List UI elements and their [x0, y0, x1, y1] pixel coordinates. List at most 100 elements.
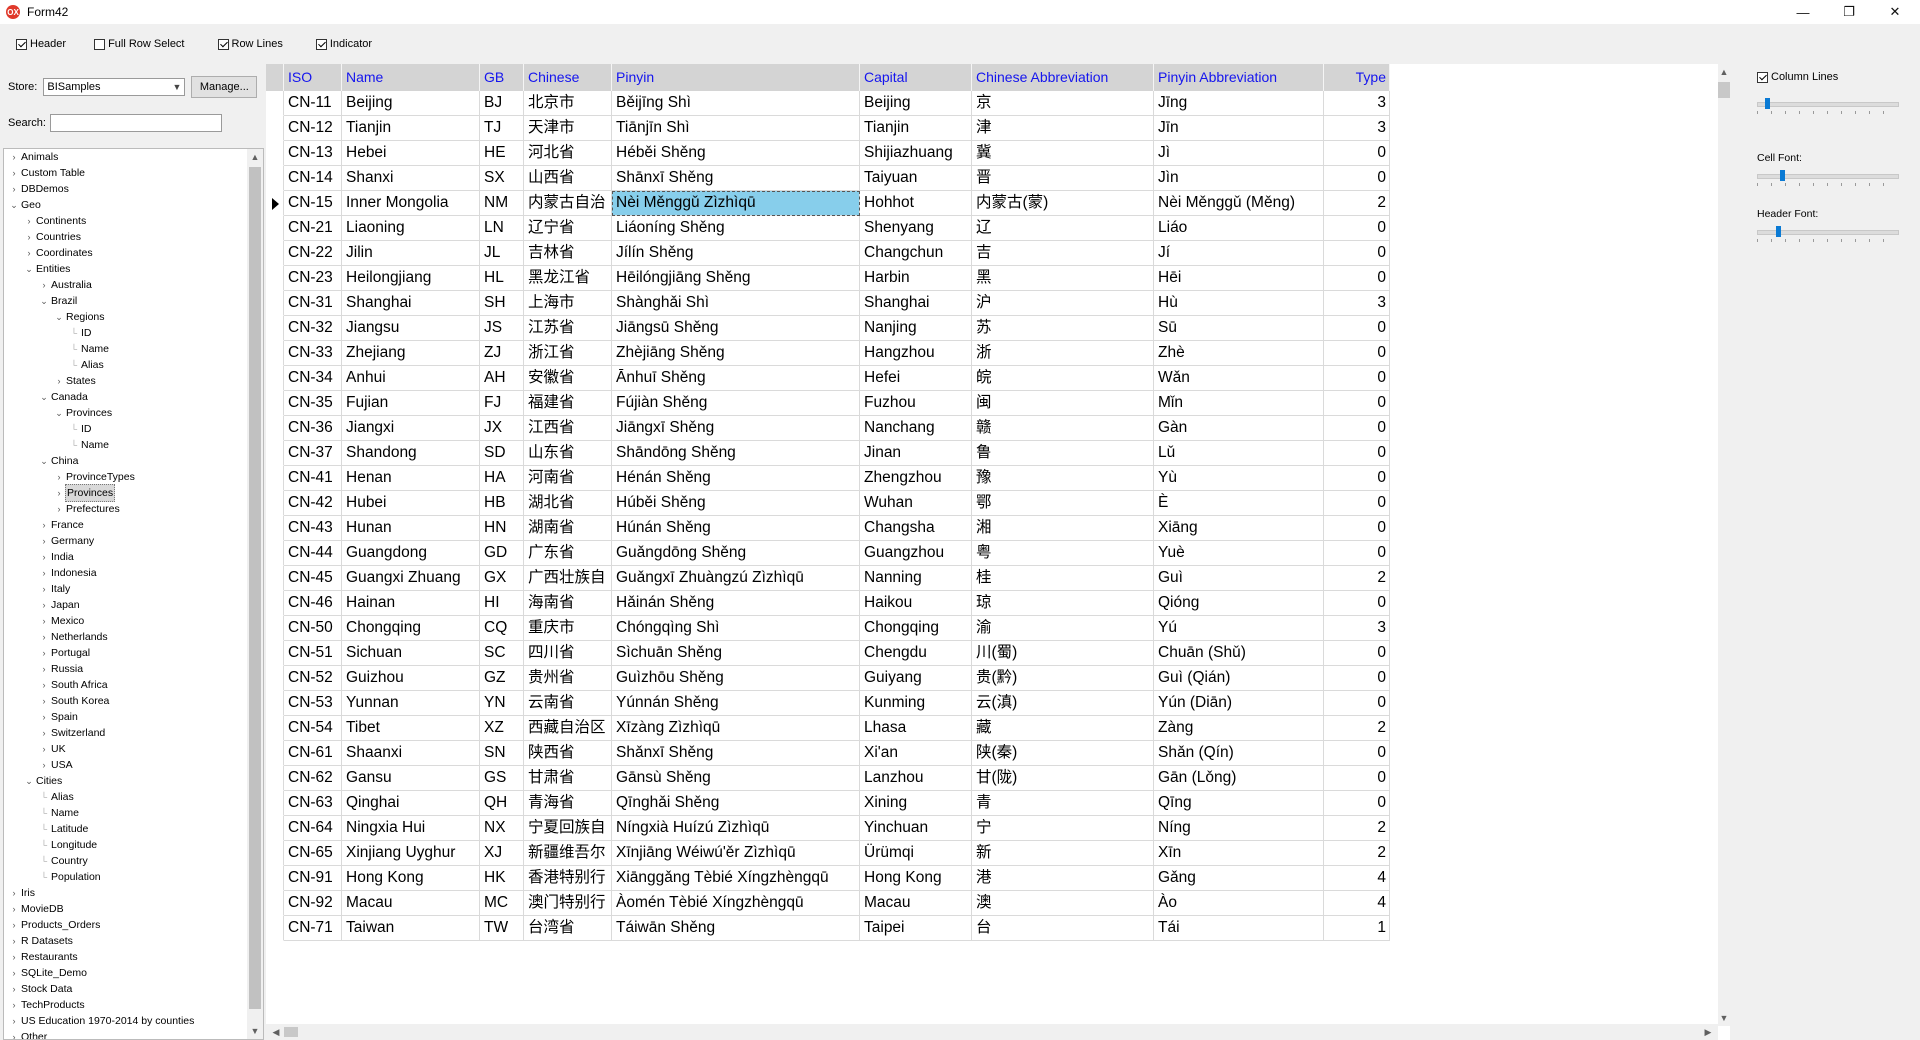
column-header-iso[interactable]: ISO — [284, 64, 342, 91]
table-cell[interactable]: 浙 — [972, 341, 1154, 366]
table-cell[interactable]: Húnán Shěng — [612, 516, 860, 541]
table-cell[interactable]: 新疆维吾尔 — [524, 841, 612, 866]
row-indicator[interactable] — [266, 791, 284, 816]
table-cell[interactable]: ZJ — [480, 341, 524, 366]
table-cell[interactable]: Guì (Qián) — [1154, 666, 1324, 691]
table-cell[interactable]: Héběi Shěng — [612, 141, 860, 166]
table-cell[interactable]: CN-64 — [284, 816, 342, 841]
table-cell[interactable]: Nèi Měnggǔ (Měng) — [1154, 191, 1324, 216]
chevron-right-icon[interactable]: › — [38, 757, 50, 773]
tree-node[interactable]: › Switzerland — [38, 725, 106, 741]
table-cell[interactable]: 2 — [1324, 191, 1390, 216]
scroll-left-icon[interactable]: ◀ — [268, 1024, 284, 1040]
table-cell[interactable]: SX — [480, 166, 524, 191]
slider-thumb[interactable] — [1765, 98, 1770, 109]
chevron-right-icon[interactable]: › — [8, 1029, 20, 1039]
chevron-down-icon[interactable]: ⌄ — [23, 261, 35, 277]
tree-node[interactable]: › Restaurants — [8, 949, 79, 965]
table-cell[interactable]: 皖 — [972, 366, 1154, 391]
row-indicator[interactable] — [266, 241, 284, 266]
tree-node[interactable]: › R Datasets — [8, 933, 74, 949]
table-cell[interactable]: MC — [480, 891, 524, 916]
table-cell[interactable]: Yún (Diān) — [1154, 691, 1324, 716]
table-cell[interactable]: 山东省 — [524, 441, 612, 466]
chevron-right-icon[interactable]: › — [8, 181, 20, 197]
table-cell[interactable]: CN-54 — [284, 716, 342, 741]
table-cell[interactable]: 0 — [1324, 766, 1390, 791]
row-indicator[interactable] — [266, 316, 284, 341]
table-cell[interactable]: CN-14 — [284, 166, 342, 191]
table-cell[interactable]: 广东省 — [524, 541, 612, 566]
table-cell[interactable]: 2 — [1324, 566, 1390, 591]
chevron-right-icon[interactable]: › — [38, 725, 50, 741]
tree-node[interactable]: › Stock Data — [8, 981, 73, 997]
table-cell[interactable]: Yúnnán Shěng — [612, 691, 860, 716]
table-cell[interactable]: Chóngqìng Shì — [612, 616, 860, 641]
table-cell[interactable]: 渝 — [972, 616, 1154, 641]
table-cell[interactable]: Níng — [1154, 816, 1324, 841]
table-cell[interactable]: Hēi — [1154, 266, 1324, 291]
table-cell[interactable]: CN-33 — [284, 341, 342, 366]
table-cell[interactable]: 黑龙江省 — [524, 266, 612, 291]
tree-node[interactable]: └ Name — [68, 437, 110, 453]
option-checkbox[interactable] — [217, 38, 229, 50]
table-cell[interactable]: 山西省 — [524, 166, 612, 191]
tree-node[interactable]: › Iris — [8, 885, 36, 901]
grid-vertical-scroll-thumb[interactable] — [1718, 82, 1730, 98]
table-cell[interactable]: Changchun — [860, 241, 972, 266]
table-cell[interactable]: 3 — [1324, 116, 1390, 141]
column-lines-option[interactable]: Column Lines — [1757, 71, 1838, 83]
table-row[interactable]: CN-31 Shanghai SH 上海市 Shànghǎi Shì Shanghai 沪 H… — [266, 291, 1390, 316]
tree-node[interactable]: └ Alias — [68, 357, 105, 373]
table-row[interactable]: CN-41 Henan HA 河南省 Hénán Shěng Zhengzhou 豫 Yù 0 — [266, 466, 1390, 491]
tree-node[interactable]: › South Africa — [38, 677, 109, 693]
slider-thumb[interactable] — [1780, 170, 1785, 181]
table-cell[interactable]: CN-35 — [284, 391, 342, 416]
table-cell[interactable]: 青海省 — [524, 791, 612, 816]
data-grid[interactable]: ISO Name GB Chinese Pinyin Capital Chinese Abb… — [266, 64, 1730, 1040]
table-cell[interactable]: Nèi Měnggǔ Zìzhìqū — [612, 191, 860, 216]
table-cell[interactable]: Macau — [342, 891, 480, 916]
table-cell[interactable]: Shanxi — [342, 166, 480, 191]
tree-node[interactable]: └ ID — [68, 421, 93, 437]
table-cell[interactable]: 甘肃省 — [524, 766, 612, 791]
table-cell[interactable]: CN-11 — [284, 91, 342, 116]
table-cell[interactable]: 天津市 — [524, 116, 612, 141]
table-cell[interactable]: 闽 — [972, 391, 1154, 416]
row-indicator[interactable] — [266, 441, 284, 466]
chevron-right-icon[interactable]: › — [38, 565, 50, 581]
table-cell[interactable]: AH — [480, 366, 524, 391]
chevron-right-icon[interactable]: › — [38, 581, 50, 597]
table-cell[interactable]: FJ — [480, 391, 524, 416]
row-indicator[interactable] — [266, 416, 284, 441]
tree-node[interactable]: › South Korea — [38, 693, 110, 709]
table-cell[interactable]: Liáoníng Shěng — [612, 216, 860, 241]
column-header-chinese[interactable]: Chinese — [524, 64, 612, 91]
chevron-right-icon[interactable]: › — [38, 549, 50, 565]
table-cell[interactable]: Jiāngxī Shěng — [612, 416, 860, 441]
column-lines-slider[interactable] — [1757, 98, 1899, 118]
table-cell[interactable]: NM — [480, 191, 524, 216]
table-cell[interactable]: 新 — [972, 841, 1154, 866]
tree-node[interactable]: › Portugal — [38, 645, 91, 661]
chevron-down-icon[interactable]: ⌄ — [38, 293, 50, 309]
option-full-row-select[interactable]: Full Row Select — [94, 38, 185, 50]
table-cell[interactable]: Jīng — [1154, 91, 1324, 116]
table-cell[interactable]: Hēilóngjiāng Shěng — [612, 266, 860, 291]
tree-node[interactable]: ⌄ Geo — [8, 197, 42, 213]
table-cell[interactable]: Taiwan — [342, 916, 480, 941]
table-cell[interactable]: Gàn — [1154, 416, 1324, 441]
table-cell[interactable]: 0 — [1324, 316, 1390, 341]
chevron-right-icon[interactable]: › — [23, 245, 35, 261]
table-cell[interactable]: 0 — [1324, 541, 1390, 566]
table-cell[interactable]: 0 — [1324, 141, 1390, 166]
table-cell[interactable]: Beijing — [342, 91, 480, 116]
table-cell[interactable]: Shāndōng Shěng — [612, 441, 860, 466]
tree-node[interactable]: ⌄ Brazil — [38, 293, 78, 309]
table-cell[interactable]: Chongqing — [342, 616, 480, 641]
chevron-right-icon[interactable]: › — [8, 997, 20, 1013]
table-row[interactable]: CN-45 Guangxi Zhuang GX 广西壮族自 Guǎngxī Zhuàng… — [266, 566, 1390, 591]
table-cell[interactable]: CN-36 — [284, 416, 342, 441]
table-cell[interactable]: 重庆市 — [524, 616, 612, 641]
row-indicator[interactable] — [266, 266, 284, 291]
